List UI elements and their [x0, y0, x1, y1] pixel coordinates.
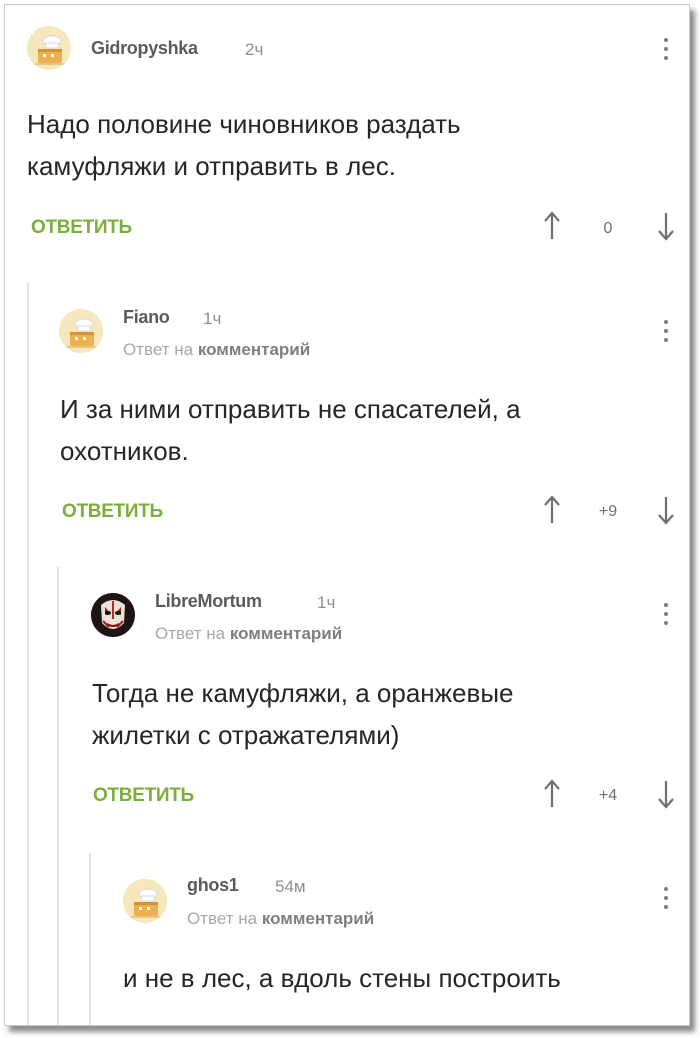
comment-text: и не в лес, а вдоль стены построить [123, 957, 561, 999]
reply-meta: Ответ на комментарий [123, 340, 310, 360]
avatar[interactable] [27, 26, 71, 70]
author-name[interactable]: LibreMortum [155, 591, 262, 612]
vote-score: 0 [603, 220, 613, 237]
reply-prefix: Ответ на [187, 909, 258, 928]
avatar[interactable] [123, 879, 167, 923]
reply-button[interactable]: ОТВЕТИТЬ [93, 785, 194, 807]
reply-prefix: Ответ на [123, 340, 194, 359]
avatar[interactable] [91, 593, 135, 637]
comment-text-line: жилетки с отражателями) [92, 720, 400, 750]
upvote-arrow-icon[interactable] [543, 211, 561, 241]
comment-time: 1ч [317, 593, 336, 612]
downvote-arrow-icon[interactable] [657, 779, 675, 809]
vote-score: +4 [598, 787, 618, 804]
thread-line-level-3 [89, 853, 91, 1025]
author-name[interactable]: Gidropyshka [91, 38, 198, 59]
chef-avatar-icon [27, 26, 71, 70]
more-options-icon[interactable] [661, 320, 671, 350]
comment-text-line: И за ними отправить не спасателей, а [60, 394, 521, 424]
reply-button[interactable]: ОТВЕТИТЬ [62, 501, 163, 523]
vote-score: +9 [598, 503, 618, 520]
reply-button[interactable]: ОТВЕТИТЬ [31, 217, 132, 239]
comment-text-line: камуфляжи и отправить в лес. [27, 151, 396, 181]
comment-time: 1ч [203, 309, 222, 328]
upvote-arrow-icon[interactable] [543, 779, 561, 809]
comment-text-line: и не в лес, а вдоль стены построить [123, 963, 561, 993]
reply-meta: Ответ на комментарий [155, 624, 342, 644]
reply-target-link[interactable]: комментарий [198, 340, 310, 359]
reply-target-link[interactable]: комментарий [262, 909, 374, 928]
author-name[interactable]: Fiano [123, 307, 170, 328]
masked-face-avatar-icon [91, 593, 135, 637]
chef-avatar-icon [123, 879, 167, 923]
comment-text: Надо половине чиновников раздать камуфля… [27, 103, 461, 187]
comment-time: 2ч [245, 40, 264, 59]
comments-panel: Gidropyshka 2ч Надо половине чиновников … [4, 4, 690, 1026]
reply-target-link[interactable]: комментарий [230, 624, 342, 643]
thread-line-level-1 [27, 283, 29, 1025]
comment-text: Тогда не камуфляжи, а оранжевые жилетки … [92, 672, 513, 756]
downvote-arrow-icon[interactable] [657, 495, 675, 525]
chef-avatar-icon [59, 309, 103, 353]
thread-line-level-2 [57, 567, 59, 1025]
reply-prefix: Ответ на [155, 624, 226, 643]
comment-time: 54м [275, 877, 306, 896]
more-options-icon[interactable] [661, 38, 671, 68]
more-options-icon[interactable] [661, 603, 671, 633]
downvote-arrow-icon[interactable] [657, 211, 675, 241]
upvote-arrow-icon[interactable] [543, 495, 561, 525]
more-options-icon[interactable] [661, 887, 671, 917]
reply-meta: Ответ на комментарий [187, 909, 374, 929]
comment-text-line: охотников. [60, 436, 189, 466]
avatar[interactable] [59, 309, 103, 353]
comment-text-line: Тогда не камуфляжи, а оранжевые [92, 678, 514, 708]
comment-text-line: Надо половине чиновников раздать [27, 109, 461, 139]
comment-text: И за ними отправить не спасателей, а охо… [60, 388, 521, 472]
author-name[interactable]: ghos1 [187, 875, 239, 896]
